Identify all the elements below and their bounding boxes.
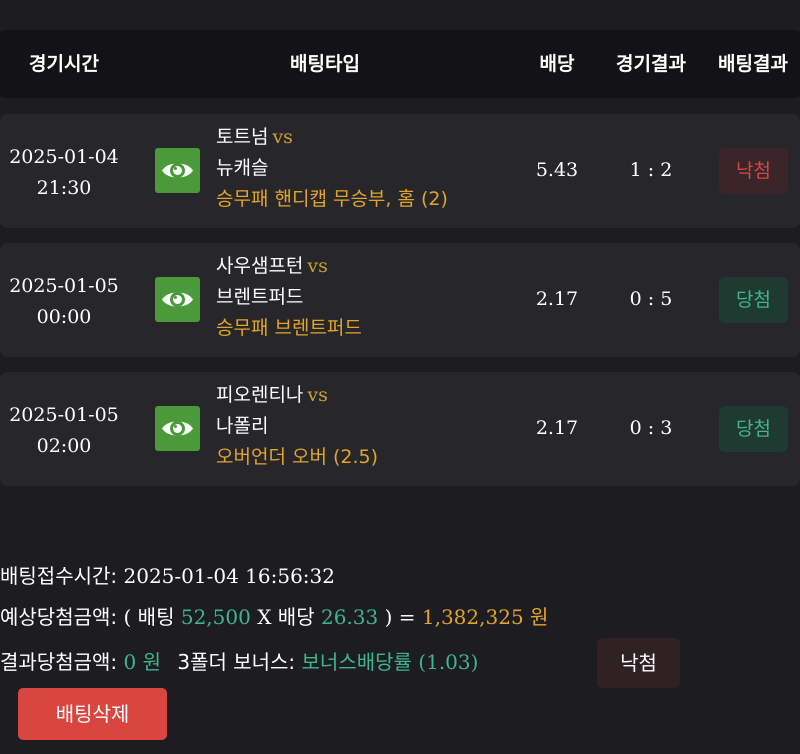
actual-win-amount: 0 원 — [123, 650, 161, 674]
bet-amount-value: 52,500 — [180, 605, 251, 629]
bet-row: 2025-01-05 00:00 사우샘프턴 vs 브렌트퍼드 승무패 브렌트퍼드… — [0, 243, 800, 357]
vs-label: vs — [307, 255, 328, 277]
home-team-line: 토트넘 vs — [216, 122, 516, 153]
actual-win-label: 결과당첨금액: — [0, 650, 118, 674]
match-score: 0 : 3 — [629, 417, 673, 439]
home-team: 피오렌티나 — [216, 384, 304, 406]
home-team: 사우샘프턴 — [216, 255, 304, 277]
bet-result-badge: 당첨 — [719, 406, 788, 452]
odds-value: 2.17 — [535, 288, 579, 310]
close-paren-equals: ) = — [384, 605, 416, 629]
match-clock: 02:00 — [36, 435, 92, 457]
bet-result-badge: 당첨 — [719, 277, 788, 323]
bet-history-page: 경기시간 배팅타입 배당 경기결과 배팅결과 2025-01-04 21:30 … — [0, 0, 800, 754]
bet-row: 2025-01-05 02:00 피오렌티나 vs 나폴리 오버언더 오버 (2.… — [0, 372, 800, 486]
bet-pick: 오버언더 오버 (2.5) — [216, 446, 379, 468]
match-time: 2025-01-05 00:00 — [0, 271, 128, 333]
match-score: 1 : 2 — [629, 159, 673, 181]
eye-icon[interactable] — [155, 277, 200, 322]
received-time-label: 배팅접수시간: — [0, 564, 118, 588]
expected-win-amount: 1,382,325 원 — [421, 605, 549, 629]
overall-result-badge: 낙첨 — [597, 638, 680, 688]
odds-value: 2.17 — [535, 417, 579, 439]
odds-value: 5.43 — [535, 159, 579, 181]
match-date: 2025-01-05 — [9, 404, 119, 426]
delete-bet-button[interactable]: 배팅삭제 — [18, 688, 167, 740]
header-time: 경기시간 — [29, 53, 99, 75]
bonus-value: 보너스배당률 (1.03) — [301, 650, 479, 674]
away-team: 뉴캐슬 — [216, 157, 269, 179]
header-bet-result: 배팅결과 — [718, 53, 788, 75]
header-bet-type: 배팅타입 — [290, 53, 360, 75]
eye-icon[interactable] — [155, 406, 200, 451]
home-team-line: 사우샘프턴 vs — [216, 251, 516, 282]
home-team: 토트넘 — [216, 126, 269, 148]
match-clock: 21:30 — [36, 177, 92, 199]
vs-label: vs — [307, 384, 328, 406]
received-time-line: 배팅접수시간: 2025-01-04 16:56:32 — [0, 562, 335, 590]
bet-result-badge: 낙첨 — [719, 148, 788, 194]
match-date: 2025-01-05 — [9, 275, 119, 297]
header-match-result: 경기결과 — [616, 53, 686, 75]
home-team-line: 피오렌티나 vs — [216, 380, 516, 411]
actual-win-line: 결과당첨금액: 0 원 3폴더 보너스: 보너스배당률 (1.03) — [0, 648, 478, 676]
vs-label: vs — [272, 126, 293, 148]
match-info: 피오렌티나 vs 나폴리 오버언더 오버 (2.5) — [216, 380, 516, 473]
bet-amount-label: 배팅 — [137, 605, 175, 629]
multiply-sign: X — [257, 605, 272, 629]
received-time-value: 2025-01-04 16:56:32 — [123, 564, 336, 588]
bet-pick: 승무패 핸디캡 무승부, 홈 (2) — [216, 188, 448, 210]
bet-pick: 승무패 브렌트퍼드 — [216, 317, 362, 339]
away-team: 브렌트퍼드 — [216, 286, 304, 308]
match-info: 사우샘프턴 vs 브렌트퍼드 승무패 브렌트퍼드 — [216, 251, 516, 344]
total-odds-label: 배당 — [277, 605, 315, 629]
expected-win-line: 예상당첨금액: ( 배팅 52,500 X 배당 26.33 ) = 1,382… — [0, 603, 548, 631]
open-paren: ( — [123, 605, 132, 629]
match-clock: 00:00 — [36, 306, 92, 328]
bonus-label: 3폴더 보너스: — [177, 650, 296, 674]
bet-row: 2025-01-04 21:30 토트넘 vs 뉴캐슬 승무패 핸디캡 무승부, … — [0, 114, 800, 228]
header-odds: 배당 — [539, 53, 575, 75]
match-time: 2025-01-05 02:00 — [0, 400, 128, 462]
table-header: 경기시간 배팅타입 배당 경기결과 배팅결과 — [0, 30, 800, 98]
match-time: 2025-01-04 21:30 — [0, 142, 128, 204]
total-odds-value: 26.33 — [320, 605, 379, 629]
match-score: 0 : 5 — [629, 288, 673, 310]
eye-icon[interactable] — [155, 148, 200, 193]
expected-win-label: 예상당첨금액: — [0, 605, 118, 629]
match-date: 2025-01-04 — [9, 146, 119, 168]
match-info: 토트넘 vs 뉴캐슬 승무패 핸디캡 무승부, 홈 (2) — [216, 122, 516, 215]
away-team: 나폴리 — [216, 415, 269, 437]
